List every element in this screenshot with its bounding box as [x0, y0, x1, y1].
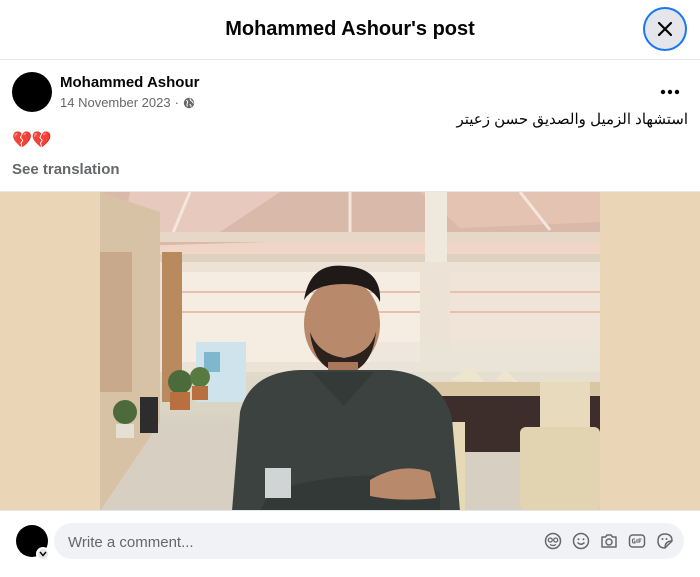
avatar-sticker-icon: [544, 532, 562, 550]
gif-icon: [628, 534, 646, 548]
post-photo[interactable]: [100, 192, 600, 510]
sticker-button[interactable]: [654, 529, 676, 553]
post-photo-container[interactable]: [0, 191, 700, 510]
see-translation-link[interactable]: See translation: [12, 161, 120, 178]
photo-illustration: [100, 192, 600, 510]
comment-tools: [542, 529, 676, 553]
comment-input[interactable]: [66, 523, 530, 561]
sticker-icon: [657, 533, 673, 549]
post-date[interactable]: 14 November 2023: [60, 95, 171, 110]
emoji-button[interactable]: [570, 529, 592, 553]
emoji-icon: [572, 532, 590, 550]
close-icon: [657, 21, 673, 37]
avatar-sticker-button[interactable]: [542, 529, 564, 553]
post-emoji: 💔💔: [12, 132, 52, 149]
dialog-header: Mohammed Ashour's post: [0, 0, 700, 60]
photo-button[interactable]: [598, 529, 620, 553]
chevron-down-icon: [39, 551, 47, 557]
close-button[interactable]: [645, 9, 685, 49]
camera-icon: [601, 534, 617, 548]
dialog-title: Mohammed Ashour's post: [225, 18, 475, 40]
author-avatar[interactable]: [12, 72, 52, 112]
profile-switcher[interactable]: [36, 547, 50, 561]
author-name[interactable]: Mohammed Ashour: [60, 74, 199, 91]
more-horizontal-icon: [660, 89, 680, 95]
post-text: استشهاد الزميل والصديق حسن زعيتر: [456, 111, 688, 128]
more-options-button[interactable]: [656, 78, 684, 106]
post-meta: 14 November 2023 ·: [60, 95, 195, 110]
gif-button[interactable]: [626, 529, 648, 553]
comment-composer: [0, 510, 700, 577]
meta-separator: ·: [174, 95, 179, 110]
globe-icon[interactable]: [183, 97, 195, 109]
comment-box[interactable]: [54, 523, 684, 561]
